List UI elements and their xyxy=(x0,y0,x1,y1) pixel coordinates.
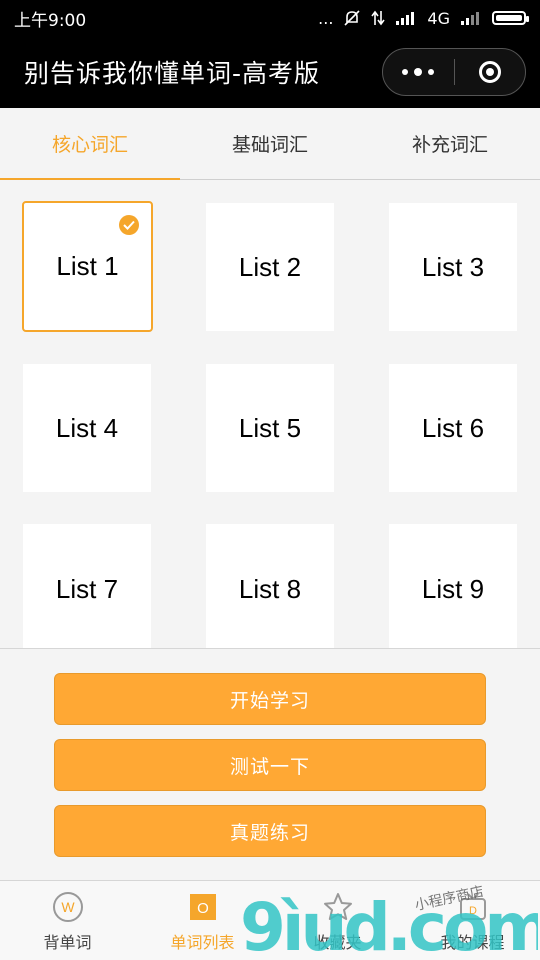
tabbar-label: 背单词 xyxy=(43,933,92,952)
list-card-label: List 8 xyxy=(238,574,302,604)
mute-icon xyxy=(344,10,360,26)
tv-icon: D xyxy=(457,891,489,923)
list-card-label: List 5 xyxy=(238,412,302,443)
bottom-tab-bar: W 背单词 O 单词列表 收藏夹 D 我的课程 xyxy=(0,880,540,960)
list-card-label: List 9 xyxy=(421,574,485,604)
close-mini-program-button[interactable] xyxy=(455,49,526,95)
tab-core-vocabulary[interactable]: 核心词汇 xyxy=(0,108,180,180)
list-card-label: List 4 xyxy=(55,412,119,443)
list-card-label: List 7 xyxy=(55,574,119,604)
tabbar-item-word-list[interactable]: O 单词列表 xyxy=(135,881,270,960)
action-area: 开始学习 测试一下 真题练习 xyxy=(0,648,540,880)
more-dot-icon xyxy=(402,69,409,75)
tab-supplementary-vocabulary[interactable]: 补充词汇 xyxy=(360,108,540,179)
list-card-label: List 6 xyxy=(421,412,485,443)
list-card-label: List 3 xyxy=(421,251,485,282)
mini-program-capsule xyxy=(382,48,526,96)
vocabulary-tabs: 核心词汇 基础词汇 补充词汇 xyxy=(0,108,540,180)
w-circle-icon: W xyxy=(52,891,84,923)
page-title: 别告诉我你懂单词-高考版 xyxy=(24,59,321,88)
tabbar-item-memorize[interactable]: W 背单词 xyxy=(0,881,135,960)
list-card-label: List 1 xyxy=(56,251,119,281)
network-type: 4G xyxy=(427,8,450,28)
list-card-4[interactable]: List 4 xyxy=(23,364,151,492)
tabbar-item-my-courses[interactable]: D 我的课程 xyxy=(405,881,540,960)
list-card-2[interactable]: List 2 xyxy=(206,203,334,331)
list-card-6[interactable]: List 6 xyxy=(389,364,517,492)
more-dot-icon xyxy=(414,68,423,76)
quick-test-button[interactable]: 测试一下 xyxy=(54,739,486,791)
tabbar-label: 我的课程 xyxy=(440,933,505,952)
list-square-icon: O xyxy=(187,891,219,923)
start-learning-button[interactable]: 开始学习 xyxy=(54,673,486,725)
tabbar-label: 单词列表 xyxy=(170,933,235,952)
tabbar-item-favorites[interactable]: 收藏夹 xyxy=(270,881,405,960)
list-card-3[interactable]: List 3 xyxy=(389,203,517,331)
list-card-5[interactable]: List 5 xyxy=(206,364,334,492)
status-time: 上午9:00 xyxy=(14,10,87,31)
battery-icon xyxy=(492,11,529,25)
status-bar: 上午9:00 ... 4G xyxy=(0,0,540,36)
more-button[interactable] xyxy=(383,49,454,95)
svg-text:O: O xyxy=(197,900,209,917)
list-card-1[interactable]: List 1 xyxy=(22,201,153,332)
notification-dots-icon: ... xyxy=(318,8,334,28)
top-bar: 上午9:00 ... 4G 别告诉我你懂单词-高考版 xyxy=(0,0,540,108)
list-card-label: List 2 xyxy=(238,251,302,282)
target-icon xyxy=(478,61,501,83)
star-icon xyxy=(322,891,354,923)
data-transfer-icon xyxy=(371,10,386,26)
more-dot-icon xyxy=(428,69,435,75)
svg-text:W: W xyxy=(61,899,75,915)
list-card-7[interactable]: List 7 xyxy=(23,524,151,648)
status-icons: ... 4G xyxy=(318,8,529,28)
signal-icon-secondary xyxy=(461,12,479,25)
exam-practice-button[interactable]: 真题练习 xyxy=(54,805,486,857)
list-card-8[interactable]: List 8 xyxy=(206,524,334,648)
tabbar-label: 收藏夹 xyxy=(313,933,362,952)
tab-basic-vocabulary[interactable]: 基础词汇 xyxy=(180,108,360,179)
list-card-9[interactable]: List 9 xyxy=(389,524,517,648)
check-icon xyxy=(119,215,139,235)
svg-text:D: D xyxy=(469,905,477,917)
signal-icon xyxy=(396,12,415,25)
